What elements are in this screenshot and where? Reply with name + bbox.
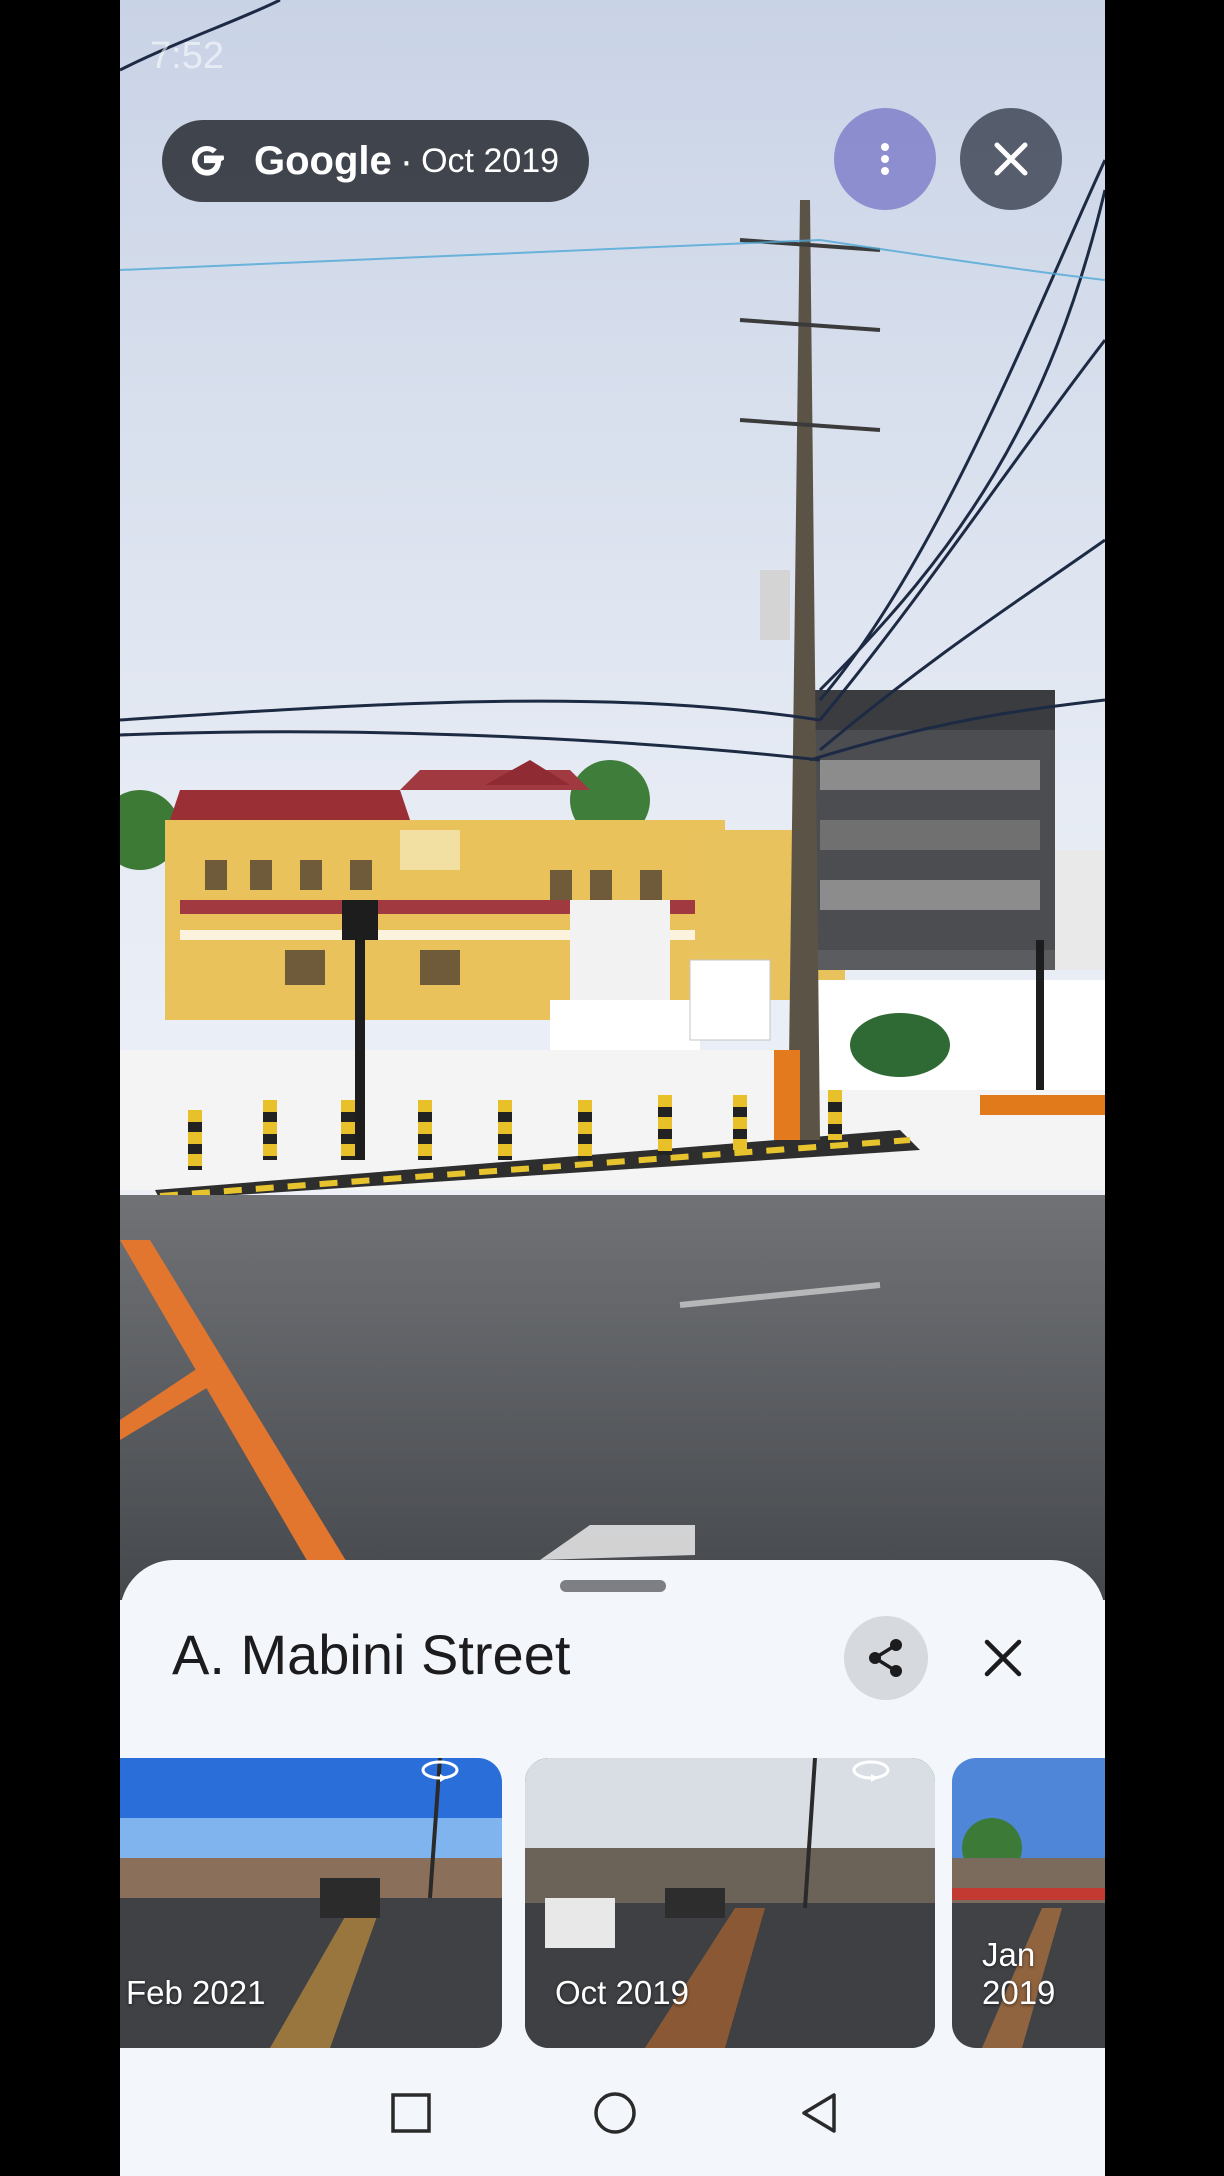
close-icon — [994, 142, 1028, 176]
location-bottom-sheet: A. Mabini Street Feb 2021 Oct 2019 Jan 2… — [120, 1560, 1105, 2176]
timeline-date-label: Jan 2019 — [982, 1936, 1056, 2011]
timeline-date-label: Oct 2019 — [555, 1974, 689, 2011]
close-street-view-button[interactable] — [960, 108, 1062, 210]
close-icon — [984, 1639, 1022, 1677]
status-bar: 7:52 — [150, 35, 1075, 80]
timeline-thumbnail[interactable]: Jan 2019 — [952, 1758, 1105, 2048]
location-title: A. Mabini Street — [172, 1623, 571, 1686]
share-button[interactable] — [844, 1616, 928, 1700]
sheet-drag-handle[interactable] — [560, 1580, 666, 1592]
more-vertical-icon — [881, 143, 889, 175]
home-circle-icon[interactable] — [592, 2090, 638, 2136]
pill-separator: · — [399, 138, 414, 183]
system-navigation-bar — [120, 2090, 1105, 2160]
timeline-date-label: Feb 2021 — [126, 1974, 266, 2011]
recents-square-icon[interactable] — [388, 2090, 434, 2136]
360-rotate-icon — [852, 1760, 890, 1782]
360-rotate-icon — [421, 1760, 459, 1782]
status-time: 7:52 — [150, 35, 224, 77]
timeline-thumbnail-selected[interactable]: Oct 2019 — [525, 1758, 935, 2048]
back-triangle-icon[interactable] — [796, 2090, 842, 2136]
street-view-panorama[interactable] — [120, 0, 1105, 1600]
imagery-source-pill[interactable]: Google · Oct 2019 — [162, 120, 590, 202]
google-brand-label: Google — [254, 138, 392, 183]
close-sheet-button[interactable] — [961, 1616, 1045, 1700]
more-options-button[interactable] — [834, 108, 936, 210]
share-icon — [869, 1639, 902, 1677]
imagery-date-label: Oct 2019 — [421, 141, 560, 180]
phone-screen: 7:52 Google · Oct 2019 A. Mabini Street — [120, 0, 1105, 2176]
timeline-thumbnail[interactable]: Feb 2021 — [120, 1758, 502, 2048]
google-g-icon — [192, 146, 224, 176]
